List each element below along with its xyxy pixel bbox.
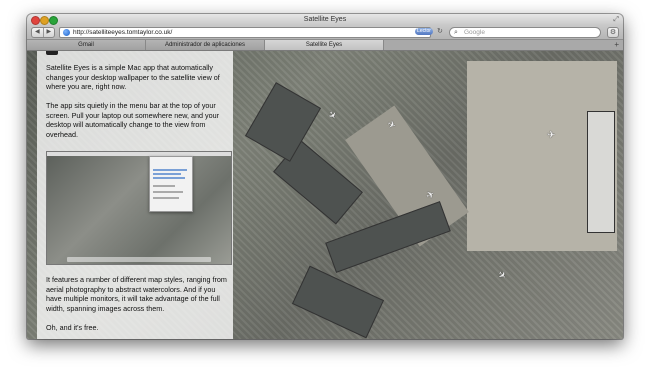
plus-icon[interactable]: + — [614, 40, 619, 50]
forward-button[interactable]: ▶ — [44, 28, 55, 37]
globe-icon — [63, 29, 70, 36]
menu-bar-paragraph: The app sits quietly in the menu bar at … — [46, 101, 219, 139]
address-bar[interactable]: http://satelliteeyes.tomtaylor.co.uk/ — [59, 27, 431, 38]
description-panel: Satellite Eyes is a simple Mac app that … — [37, 51, 233, 339]
app-logo — [46, 51, 58, 55]
search-placeholder: Google — [464, 29, 485, 36]
back-button[interactable]: ◀ — [32, 28, 44, 37]
url-text: http://satelliteeyes.tomtaylor.co.uk/ — [73, 29, 173, 36]
page-content: ✈ ✈ ✈ ✈ ✈ Satellite Eyes is a simple Mac… — [27, 51, 623, 339]
search-icon: ⌕ — [454, 29, 458, 36]
settings-button[interactable]: ⚙ — [607, 27, 619, 38]
search-input[interactable]: ⌕ Google — [449, 27, 601, 38]
airplane-image: ✈ — [494, 268, 509, 283]
browser-toolbar: ◀ ▶ http://satelliteeyes.tomtaylor.co.uk… — [27, 25, 623, 40]
tab-satellite-eyes[interactable]: Satellite Eyes — [265, 40, 384, 50]
tab-bar: Gmail Administrador de aplicaciones Sate… — [27, 40, 623, 51]
reload-icon[interactable]: ↻ — [437, 28, 443, 36]
menu-popup-preview — [149, 156, 193, 212]
tab-gmail[interactable]: Gmail — [27, 40, 146, 50]
window-title: Satellite Eyes — [303, 16, 347, 23]
gear-icon: ⚙ — [609, 29, 617, 36]
airplane-image: ✈ — [547, 130, 556, 141]
airplane-image: ✈ — [324, 109, 339, 123]
title-bar: Satellite Eyes ⤢ — [27, 14, 623, 25]
free-paragraph: Oh, and it's free. — [46, 323, 99, 332]
tab-app-manager[interactable]: Administrador de aplicaciones — [146, 40, 265, 50]
browser-window: Satellite Eyes ⤢ ◀ ▶ http://satelliteeye… — [27, 14, 623, 339]
reader-button[interactable]: Lector — [415, 28, 433, 35]
intro-paragraph: Satellite Eyes is a simple Mac app that … — [46, 63, 220, 92]
app-screenshot-image — [46, 151, 232, 265]
features-paragraph: It features a number of different map st… — [46, 275, 227, 313]
fullscreen-icon[interactable]: ⤢ — [613, 16, 619, 23]
back-forward-buttons: ◀ ▶ — [31, 27, 55, 38]
